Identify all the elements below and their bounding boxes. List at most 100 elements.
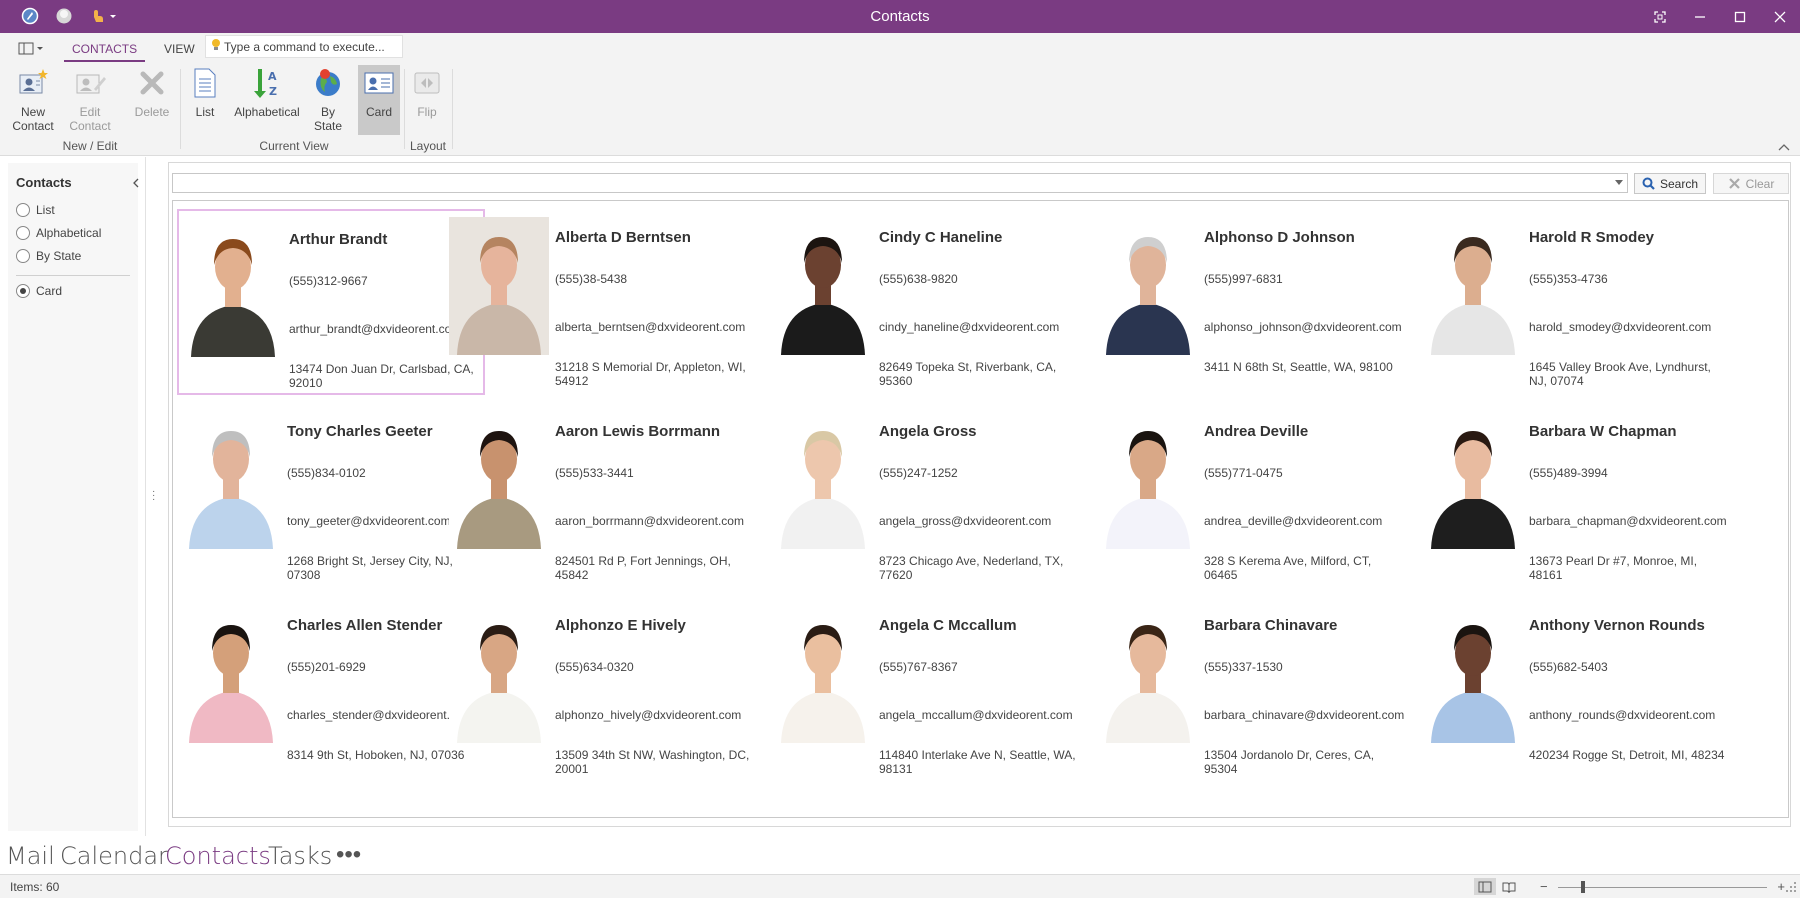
globe-icon <box>311 65 345 101</box>
nav-item-alphabetical[interactable]: Alphabetical <box>16 226 101 240</box>
contact-card[interactable]: Arthur Brandt (555)312-9667 arthur_brandt@… <box>177 209 485 395</box>
window-controls <box>1640 0 1800 33</box>
edit-contact-button[interactable]: Edit Contact <box>64 65 116 137</box>
contact-photo <box>181 605 281 743</box>
group-label-layout: Layout <box>409 139 447 153</box>
contact-name: Alberta D Berntsen <box>555 229 691 246</box>
tab-view[interactable]: VIEW <box>156 40 203 62</box>
close-icon[interactable] <box>1760 0 1800 33</box>
maximize-icon[interactable] <box>1720 0 1760 33</box>
contact-card[interactable]: Cindy C Haneline (555)638-9820 cindy_hanel… <box>769 209 1079 395</box>
zoom-out-icon[interactable]: − <box>1540 879 1548 894</box>
app-menu-icon[interactable] <box>18 41 46 57</box>
nav-item-list[interactable]: List <box>16 203 55 217</box>
contact-address: 13509 34th St NW, Washington, DC, 20001 <box>555 748 750 776</box>
module-mail[interactable]: Mail <box>6 842 55 870</box>
search-bar: Search Clear <box>172 173 1790 195</box>
contact-address: 8723 Chicago Ave, Nederland, TX, 77620 <box>879 554 1064 582</box>
contact-card[interactable]: Alphonso D Johnson (555)997-6831 alphonso_… <box>1094 209 1404 395</box>
contact-card[interactable]: Harold R Smodey (555)353-4736 harold_smode… <box>1419 209 1739 395</box>
contact-card[interactable]: Anthony Vernon Rounds (555)682-5403 anthon… <box>1419 597 1739 783</box>
contact-phone: (555)682-5403 <box>1529 660 1608 674</box>
contact-name: Andrea Deville <box>1204 423 1309 440</box>
zoom-slider[interactable]: − + <box>1540 879 1785 895</box>
delete-icon <box>135 65 169 101</box>
new-contact-icon <box>16 65 50 101</box>
contact-name: Tony Charles Geeter <box>287 423 433 440</box>
contact-phone: (555)353-4736 <box>1529 272 1608 286</box>
contact-card[interactable]: Angela Gross (555)247-1252 angela_gross@dx… <box>769 403 1079 589</box>
module-calendar[interactable]: Calendar <box>60 842 168 870</box>
flip-button[interactable]: Flip <box>410 65 444 137</box>
list-view-button[interactable]: List <box>188 65 222 137</box>
contact-email: tony_geeter@dxvideorent.com <box>287 514 451 528</box>
contact-name: Anthony Vernon Rounds <box>1529 617 1705 634</box>
svg-text:Z: Z <box>269 85 277 98</box>
edit-contact-label: Edit Contact <box>69 105 111 133</box>
contact-phone: (555)312-9667 <box>289 274 368 288</box>
contact-card[interactable]: Barbara Chinavare (555)337-1530 barbara_ch… <box>1094 597 1404 783</box>
command-search-input[interactable]: Type a command to execute... <box>205 35 403 58</box>
contact-photo <box>773 605 873 743</box>
contact-name: Charles Allen Stender <box>287 617 443 634</box>
delete-label: Delete <box>134 105 170 119</box>
collapse-ribbon-icon[interactable] <box>1778 141 1790 151</box>
zoom-track <box>1558 887 1767 888</box>
module-contacts[interactable]: Contacts <box>165 842 271 870</box>
clear-button[interactable]: Clear <box>1713 173 1789 194</box>
new-contact-label: New Contact <box>12 105 54 133</box>
normal-view-icon[interactable] <box>1474 878 1496 895</box>
dropdown-arrow-icon[interactable] <box>1615 180 1623 185</box>
contact-address: 114840 Interlake Ave N, Seattle, WA, 981… <box>879 748 1076 776</box>
contact-email: anthony_rounds@dxvideorent.com <box>1529 708 1716 722</box>
pane-splitter-handle[interactable]: · · · <box>152 487 155 505</box>
search-icon <box>1642 177 1655 190</box>
chevron-left-icon[interactable] <box>132 177 140 191</box>
search-input[interactable] <box>172 173 1628 193</box>
contact-photo <box>773 217 873 355</box>
alphabetical-view-button[interactable]: AZ Alphabetical <box>230 65 304 137</box>
navigation-pane: Contacts List Alphabetical By State Card <box>0 157 146 837</box>
contact-address: 824501 Rd P, Fort Jennings, OH, 45842 <box>555 554 731 582</box>
ribbon: New Contact Edit Contact Delete New / Ed… <box>0 63 1800 156</box>
contact-card[interactable]: Tony Charles Geeter (555)834-0102 tony_gee… <box>177 403 485 589</box>
more-modules-button[interactable]: ••• <box>336 840 361 869</box>
by-state-view-label: By State <box>313 105 343 133</box>
nav-item-label: Alphabetical <box>36 226 102 240</box>
contact-card[interactable]: Charles Allen Stender (555)201-6929 charle… <box>177 597 485 783</box>
nav-item-card[interactable]: Card <box>16 284 62 298</box>
contact-card[interactable]: Angela C Mccallum (555)767-8367 angela_mcc… <box>769 597 1079 783</box>
contact-card[interactable]: Alphonzo E Hively (555)634-0320 alphonzo_h… <box>445 597 755 783</box>
zoom-thumb[interactable] <box>1581 881 1586 893</box>
resize-grip-icon[interactable] <box>1785 881 1797 893</box>
contact-card[interactable]: Alberta D Berntsen (555)38-5438 alberta_be… <box>445 209 755 395</box>
svg-text:A: A <box>268 70 277 83</box>
search-button[interactable]: Search <box>1634 173 1706 194</box>
new-contact-button[interactable]: New Contact <box>8 65 58 137</box>
card-view-button[interactable]: Card <box>358 65 400 135</box>
nav-item-label: List <box>36 203 55 217</box>
radio-icon <box>16 249 30 263</box>
delete-button[interactable]: Delete <box>130 65 174 137</box>
reading-view-icon[interactable] <box>1498 878 1520 895</box>
fullscreen-icon[interactable] <box>1640 0 1680 33</box>
tab-contacts[interactable]: CONTACTS <box>64 40 146 62</box>
contact-email: barbara_chapman@dxvideorent.com <box>1529 514 1727 528</box>
module-tasks[interactable]: Tasks <box>268 842 332 870</box>
minimize-icon[interactable] <box>1680 0 1720 33</box>
contact-address: 1645 Valley Brook Ave, Lyndhurst, NJ, 07… <box>1529 360 1711 388</box>
contact-card[interactable]: Barbara W Chapman (555)489-3994 barbara_ch… <box>1419 403 1739 589</box>
nav-item-label: By State <box>36 249 82 263</box>
contact-name: Alphonzo E Hively <box>555 617 686 634</box>
contact-photo <box>181 411 281 549</box>
contact-card[interactable]: Andrea Deville (555)771-0475 andrea_devill… <box>1094 403 1404 589</box>
contact-card[interactable]: Aaron Lewis Borrmann (555)533-3441 aaron_b… <box>445 403 755 589</box>
nav-item-by-state[interactable]: By State <box>16 249 81 263</box>
contact-card-grid: Arthur Brandt (555)312-9667 arthur_brandt@… <box>172 200 1789 818</box>
contact-phone: (555)201-6929 <box>287 660 366 674</box>
by-state-view-button[interactable]: By State <box>312 65 344 137</box>
zoom-in-icon[interactable]: + <box>1777 879 1785 894</box>
contact-email: harold_smodey@dxvideorent.com <box>1529 320 1712 334</box>
lightbulb-icon <box>210 38 222 55</box>
nav-item-label: Card <box>36 284 63 298</box>
